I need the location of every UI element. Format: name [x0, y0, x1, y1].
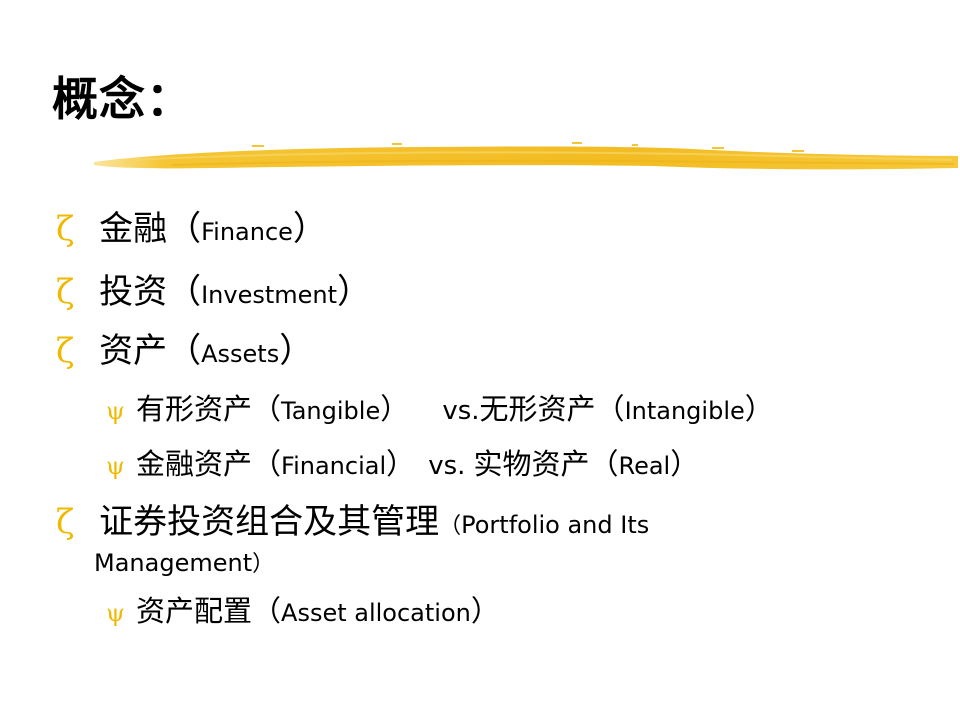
- bullet-item-assets: ζ 资产（Assets）: [56, 334, 313, 368]
- item-text-en: Finance: [201, 218, 293, 246]
- paren-open: （: [167, 209, 202, 249]
- psi-bullet-icon: ψ: [106, 452, 125, 480]
- sub-item-financial-vs-real: ψ 金融资产（Financial） vs. 实物资产（Real）: [106, 447, 700, 481]
- zeta-bullet-icon: ζ: [56, 209, 75, 249]
- psi-bullet-icon: ψ: [106, 397, 125, 425]
- item-text-en: Assets: [201, 340, 280, 368]
- paren-close: ）: [470, 594, 500, 628]
- item-text-zh: 金融资产: [136, 447, 253, 481]
- paren-close: ）: [744, 392, 774, 426]
- bullet-item-portfolio-continuation: Management）: [94, 551, 274, 576]
- slide-title: 概念：: [52, 72, 193, 126]
- paren-close: ）: [337, 272, 372, 312]
- brush-stroke-divider: [94, 142, 958, 170]
- paren-close: ）: [380, 392, 410, 426]
- item-text-zh: 有形资产: [136, 392, 253, 426]
- vs-label: vs.: [428, 451, 466, 481]
- paren-close: ）: [252, 552, 275, 577]
- item-text-en-2: Intangible: [624, 397, 745, 425]
- paren-open: （: [589, 447, 619, 481]
- item-text-zh: 证券投资组合及其管理: [99, 502, 440, 542]
- bullet-item-portfolio: ζ 证券投资组合及其管理（Portfolio and Its: [56, 505, 649, 539]
- item-text-zh: 资产: [99, 331, 168, 371]
- item-text-en: Portfolio and Its: [461, 511, 650, 539]
- item-text-en: Investment: [201, 281, 338, 309]
- zeta-bullet-icon: ζ: [56, 331, 75, 371]
- item-text-en-continued: Management: [94, 549, 253, 577]
- psi-bullet-icon: ψ: [106, 599, 125, 627]
- item-text-en: Tangible: [281, 397, 381, 425]
- paren-open: （: [595, 392, 625, 426]
- paren-open: （: [252, 594, 282, 628]
- item-text-en: Financial: [281, 452, 387, 480]
- item-text-zh: 资产配置: [136, 594, 253, 628]
- paren-close: ）: [279, 331, 314, 371]
- paren-open: （: [252, 392, 282, 426]
- bullet-item-investment: ζ 投资（Investment）: [56, 275, 371, 309]
- zeta-bullet-icon: ζ: [56, 502, 75, 542]
- paren-open: （: [439, 514, 462, 539]
- sub-item-asset-allocation: ψ 资产配置（Asset allocation）: [106, 597, 500, 626]
- item-text-zh: 投资: [99, 272, 168, 312]
- item-text-zh-2: 实物资产: [473, 447, 590, 481]
- item-text-zh: 金融: [99, 209, 168, 249]
- paren-open: （: [167, 272, 202, 312]
- item-text-en-2: Real: [618, 452, 671, 480]
- item-text-en: Asset allocation: [281, 599, 471, 627]
- paren-close: ）: [292, 209, 327, 249]
- zeta-bullet-icon: ζ: [56, 272, 75, 312]
- paren-close: ）: [670, 447, 700, 481]
- paren-open: （: [167, 331, 202, 371]
- slide: 概念： ζ 金融（Finance） ζ 投资（Investment） ζ 资产（…: [0, 0, 960, 720]
- paren-open: （: [252, 447, 282, 481]
- vs-label: vs.: [442, 396, 480, 426]
- paren-close: ）: [386, 447, 416, 481]
- item-text-zh-2: 无形资产: [479, 392, 596, 426]
- sub-item-tangible-vs-intangible: ψ 有形资产（Tangible） vs.无形资产（Intangible）: [106, 392, 774, 426]
- bullet-item-finance: ζ 金融（Finance）: [56, 212, 327, 246]
